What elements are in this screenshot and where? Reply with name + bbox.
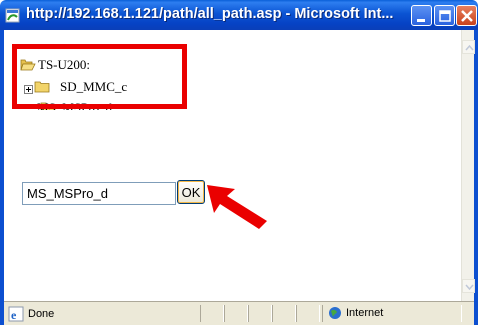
close-button[interactable]: [456, 5, 477, 26]
svg-text:e: e: [11, 308, 17, 322]
window-title: http://192.168.1.121/path/all_path.asp -…: [26, 6, 394, 22]
minimize-icon: [417, 19, 425, 22]
title-bar[interactable]: http://192.168.1.121/path/all_path.asp -…: [0, 0, 478, 30]
status-pane: [248, 305, 272, 322]
arrow-annotation-icon: [207, 185, 267, 229]
status-text: Done: [28, 308, 55, 320]
minimize-button[interactable]: [411, 5, 432, 26]
chevron-up-icon: [465, 44, 474, 51]
zone-pane: Internet: [322, 305, 462, 322]
chevron-down-icon: [465, 284, 474, 291]
vertical-scrollbar[interactable]: [461, 30, 475, 301]
status-bar: e Done Internet: [4, 301, 474, 325]
scroll-up-button[interactable]: [462, 40, 475, 54]
status-pane: [200, 305, 224, 322]
close-icon: [461, 10, 473, 22]
ie-page-done-icon: e: [8, 306, 24, 325]
window-frame-left: [0, 30, 4, 325]
maximize-button[interactable]: [434, 5, 455, 26]
status-pane: [224, 305, 248, 322]
globe-icon: [328, 306, 342, 325]
ok-button[interactable]: OK: [177, 180, 205, 204]
status-pane: [272, 305, 296, 322]
ie-page-icon: [5, 8, 20, 23]
maximize-icon: [439, 10, 451, 22]
scroll-down-button[interactable]: [462, 279, 475, 293]
zone-text: Internet: [346, 307, 384, 319]
highlight-box: [12, 44, 187, 109]
status-pane: [296, 305, 320, 322]
path-input[interactable]: [22, 182, 176, 205]
